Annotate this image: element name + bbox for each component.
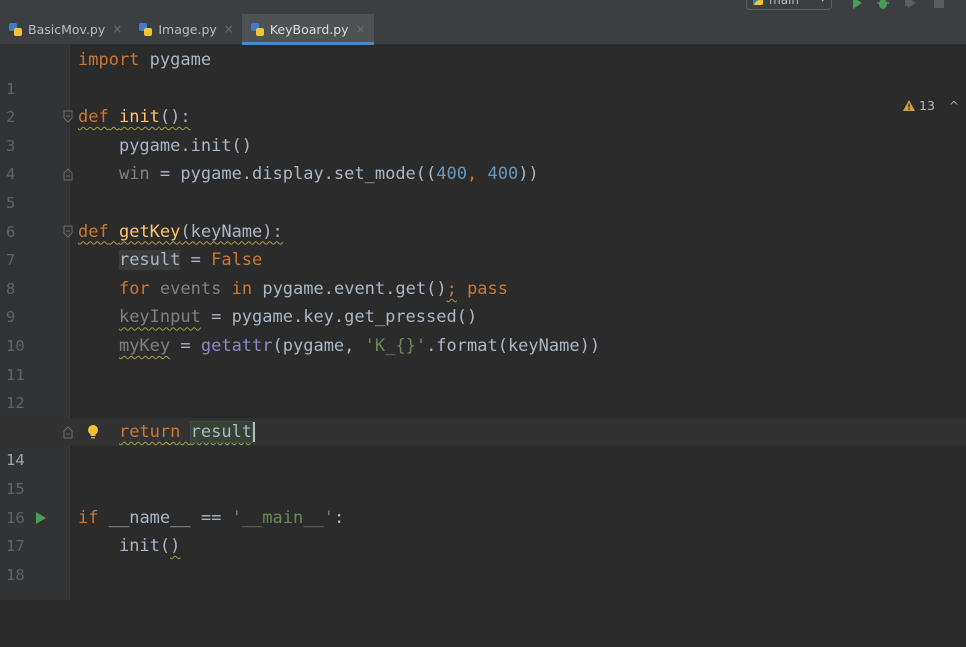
code-line[interactable]: 2 [0,75,966,126]
run-configuration-selector[interactable]: main ▾ [746,0,832,10]
call-expression: .format(keyName)) [426,336,601,356]
editor-tab-bar: BasicMov.py × Image.py × KeyBoard.py × [0,14,966,45]
code-line[interactable]: 10 keyInput = pygame.key.get_pressed() [0,303,966,355]
operator: = [170,336,201,356]
debug-icon[interactable] [876,0,890,10]
identifier: win [118,164,150,185]
number-literal: 400 [487,164,519,185]
code-line[interactable]: 8 result = False [0,246,966,298]
code-line[interactable]: 18 init() [0,532,966,584]
keyword: in [231,278,253,299]
tab-label: KeyBoard.py [269,21,349,37]
code-line[interactable]: 15 [0,446,966,498]
operator: == [190,507,232,528]
identifier: result [118,250,181,271]
close-icon[interactable]: × [356,22,366,36]
identifier: events [159,278,222,299]
stop-icon[interactable] [932,0,946,10]
code-line[interactable]: 13 [0,389,966,441]
fold-close-icon[interactable] [63,167,73,181]
keyword: def [78,221,109,242]
tab-keyboard[interactable]: KeyBoard.py × [241,14,374,45]
keyword: for [118,278,150,299]
python-file-icon [9,22,22,36]
keyword: pass [467,278,509,299]
function-name: getKey [118,221,181,242]
builtin-function: getattr [200,336,273,356]
string-literal: 'K_{}' [364,336,427,356]
punctuation: (): [159,107,191,128]
call-expression: init( [118,536,171,557]
run-configuration-label: main [769,0,799,7]
call-expression: pygame.display.set_mode(( [180,164,437,185]
close-icon[interactable]: × [112,22,122,36]
keyword: import [78,50,140,70]
operator: = [180,250,212,271]
code-line[interactable]: 5 win = pygame.display.set_mode((400, 40… [0,160,966,212]
run-toolbar: main ▾ [0,0,966,14]
string-literal: '__main__' [231,507,334,528]
punctuation: : [333,507,345,528]
identifier: myKey [118,336,171,356]
coverage-icon[interactable] [904,0,918,10]
keyword: False [211,250,263,271]
line-number: 18 [6,565,25,584]
code-line[interactable]: 3 def init(): [0,103,966,155]
parameters: (keyName): [180,221,283,242]
close-icon[interactable]: × [224,22,234,36]
identifier: keyInput [118,307,201,328]
keyword: if [78,507,99,528]
function-name: init [118,107,160,128]
keyword: return [118,421,181,442]
code-line[interactable]: 6 [0,189,966,241]
tab-label: Image.py [158,21,217,37]
python-file-icon [139,22,153,36]
python-file-icon [250,22,264,36]
run-icon[interactable] [35,511,47,524]
fold-open-icon[interactable] [63,225,73,239]
call-expression: pygame.event.get() [262,278,447,299]
call-expression: pygame.init() [118,135,253,156]
call-expression: pygame.key.get_pressed() [231,307,478,328]
fold-open-icon[interactable] [63,110,73,124]
code-line[interactable]: 4 pygame.init() [0,132,966,184]
current-code-line[interactable]: 14 return result [0,417,966,469]
punctuation: )) [518,164,539,185]
fold-close-icon[interactable] [63,425,73,439]
keyword: def [78,107,109,128]
code-line[interactable]: 12 [0,361,966,412]
code-line[interactable]: 16 [0,475,966,527]
tab-basicmov[interactable]: BasicMov.py × [0,14,130,44]
code-line[interactable]: 9 for events in pygame.event.get(); pass [0,275,966,327]
code-line[interactable]: 7 def getKey(keyName): [0,218,966,270]
chevron-down-icon: ▾ [820,0,825,5]
code-line[interactable]: 1 import pygame [0,46,966,98]
run-icon[interactable] [850,0,864,10]
number-literal: 400 [436,164,467,185]
python-file-icon [753,0,763,5]
operator: = [200,307,232,328]
punctuation: , [466,164,488,185]
punctuation: ; [446,278,457,299]
code-line[interactable]: 17 if __name__ == '__main__': [0,504,966,556]
code-line[interactable]: 11 myKey = getattr(pygame, 'K_{}'.format… [0,332,966,384]
operator: = [149,164,181,185]
identifier: pygame [149,50,212,70]
text-caret [253,421,256,442]
tab-image[interactable]: Image.py × [130,14,242,44]
identifier: __name__ [108,507,191,528]
identifier: result [189,420,254,443]
tab-label: BasicMov.py [28,21,106,37]
code-editor[interactable]: 13 ^ 1 import pygame 2 3 def init(): 4 p… [0,45,966,600]
punctuation: ) [170,536,181,557]
arguments: (pygame, [272,336,365,356]
